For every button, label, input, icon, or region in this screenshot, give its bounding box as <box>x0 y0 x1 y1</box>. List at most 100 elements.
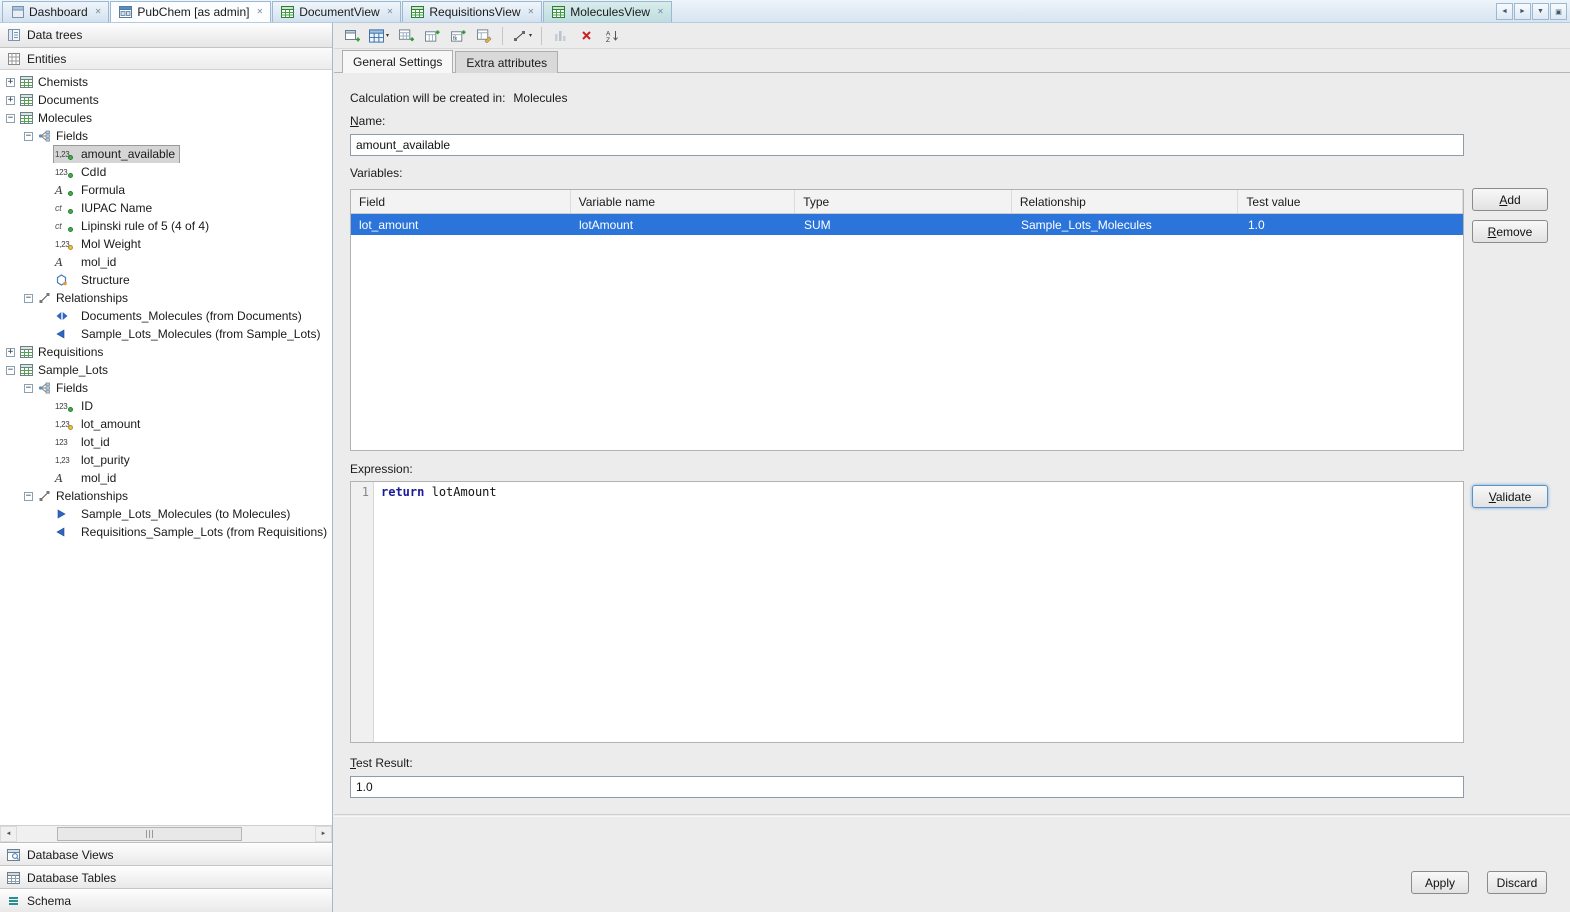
column-header-field[interactable]: Field <box>351 190 571 213</box>
tree-item-lipinski-rule-of-5-4-of-4[interactable]: ctLipinski rule of 5 (4 of 4) <box>0 217 332 235</box>
apply-button[interactable]: Apply <box>1411 871 1469 894</box>
tree-item-id[interactable]: 123ID <box>0 397 332 415</box>
tree-item-requisitions[interactable]: +Requisitions <box>0 343 332 361</box>
window-tab-requisitionsview[interactable]: RequisitionsView✕ <box>402 1 542 22</box>
collapse-icon[interactable]: − <box>24 384 33 393</box>
tab-close-icon[interactable]: ✕ <box>387 8 394 16</box>
column-header-relationship[interactable]: Relationship <box>1012 190 1239 213</box>
window-tab-dashboard[interactable]: Dashboard✕ <box>2 1 109 22</box>
panel-database-views[interactable]: Database Views <box>0 843 332 866</box>
collapse-icon[interactable]: − <box>24 492 33 501</box>
edit-entity-icon <box>477 29 492 43</box>
tree-item-fields[interactable]: −Fields <box>0 127 332 145</box>
expand-icon[interactable]: + <box>6 348 15 357</box>
remove-button[interactable]: Remove <box>1472 220 1548 243</box>
grid-views-dropdown-button[interactable]: ▾ <box>366 25 392 47</box>
tree-item-mol-weight[interactable]: 1,23Mol Weight <box>0 235 332 253</box>
column-header-type[interactable]: Type <box>795 190 1012 213</box>
tree-item-lot-purity[interactable]: 1,23lot_purity <box>0 451 332 469</box>
tree-item-relationships[interactable]: −Relationships <box>0 487 332 505</box>
add-button[interactable]: Add <box>1472 188 1548 211</box>
tree-item-fields[interactable]: −Fields <box>0 379 332 397</box>
expression-label: Expression: <box>350 462 413 476</box>
scrollbar-track[interactable] <box>17 826 315 842</box>
window-tab-pubchem-as-admin[interactable]: PubChem [as admin]✕ <box>110 1 271 22</box>
add-field-button[interactable] <box>420 25 444 47</box>
add-calculated-field-button[interactable]: fx <box>446 25 470 47</box>
tree-item-mol-id[interactable]: Amol_id <box>0 469 332 487</box>
collapse-icon[interactable]: − <box>24 294 33 303</box>
tree-item-content: Structure <box>54 272 134 289</box>
tree-item-label: Sample_Lots <box>38 363 108 377</box>
edit-entity-button[interactable] <box>472 25 496 47</box>
tree-item-amount-available[interactable]: 1,23amount_available <box>0 145 332 163</box>
scrollbar-thumb[interactable] <box>57 827 242 841</box>
test-result-input[interactable] <box>350 776 1464 798</box>
tree-item-structure[interactable]: Structure <box>0 271 332 289</box>
tree-item-requisitions-sample-lots-from-requisitions[interactable]: Requisitions_Sample_Lots (from Requisiti… <box>0 523 332 541</box>
tree-item-documents-molecules-from-documents[interactable]: Documents_Molecules (from Documents) <box>0 307 332 325</box>
delete-button[interactable] <box>574 25 598 47</box>
name-input[interactable] <box>350 134 1464 156</box>
tree-item-content: 1,23Mol Weight <box>54 236 145 253</box>
tree-item-documents[interactable]: +Documents <box>0 91 332 109</box>
panel-schema[interactable]: Schema <box>0 889 332 912</box>
tab-close-icon[interactable]: ✕ <box>256 8 263 16</box>
scroll-left-button[interactable]: ◄ <box>0 826 17 842</box>
validate-button[interactable]: Validate <box>1472 485 1548 508</box>
tree-item-formula[interactable]: AFormula <box>0 181 332 199</box>
collapse-icon[interactable]: − <box>24 132 33 141</box>
tree-item-mol-id[interactable]: Amol_id <box>0 253 332 271</box>
tab-close-icon[interactable]: ✕ <box>528 8 535 16</box>
tree-item-lot-amount[interactable]: 1,23lot_amount <box>0 415 332 433</box>
expand-icon[interactable]: + <box>6 96 15 105</box>
tab-general-settings[interactable]: General Settings <box>342 50 453 73</box>
tree-item-cdid[interactable]: 123CdId <box>0 163 332 181</box>
expand-icon[interactable]: + <box>6 78 15 87</box>
window-tab-documentview[interactable]: DocumentView✕ <box>272 1 401 22</box>
data-trees-header[interactable]: Data trees <box>0 23 332 48</box>
column-chart-button[interactable] <box>548 25 572 47</box>
tab-close-icon[interactable]: ✕ <box>95 8 102 16</box>
tree-item-relationships[interactable]: −Relationships <box>0 289 332 307</box>
tab-extra-attributes[interactable]: Extra attributes <box>455 51 558 73</box>
relationship-tool-dropdown-button[interactable]: ▾ <box>509 25 535 47</box>
maximize-window-button[interactable]: ▣ <box>1550 3 1567 20</box>
collapse-icon[interactable]: − <box>6 366 15 375</box>
expression-editor[interactable]: 1 return lotAmount <box>350 481 1464 743</box>
sort-az-button[interactable]: AZ <box>600 25 624 47</box>
variables-label: Variables: <box>350 166 402 180</box>
tab-close-icon[interactable]: ✕ <box>657 8 664 16</box>
horizontal-scrollbar[interactable]: ◄ ► <box>0 825 332 842</box>
scroll-right-button[interactable]: ► <box>315 826 332 842</box>
tab-list-dropdown-button[interactable]: ▼ <box>1532 3 1549 20</box>
new-data-tree-button[interactable] <box>340 25 364 47</box>
database-tables-icon <box>6 871 21 885</box>
variables-table-row[interactable]: lot_amountlotAmountSUMSample_Lots_Molecu… <box>351 214 1463 235</box>
new-entity-button[interactable] <box>394 25 418 47</box>
tree-item-molecules[interactable]: −Molecules <box>0 109 332 127</box>
column-header-variable-name[interactable]: Variable name <box>571 190 796 213</box>
tree-item-label: lot_id <box>81 435 110 449</box>
collapse-icon[interactable]: − <box>6 114 15 123</box>
discard-button[interactable]: Discard <box>1487 871 1547 894</box>
tree-item-iupac-name[interactable]: ctIUPAC Name <box>0 199 332 217</box>
cell-relationship: Sample_Lots_Molecules <box>1013 218 1240 232</box>
sidebar-bottom-panels: Database ViewsDatabase Tables Schema <box>0 842 332 912</box>
window-tab-moleculesview[interactable]: MoleculesView✕ <box>543 1 672 22</box>
tree-item-sample-lots-molecules-to-molecules[interactable]: Sample_Lots_Molecules (to Molecules) <box>0 505 332 523</box>
column-header-test-value[interactable]: Test value <box>1238 190 1463 213</box>
panel-label: Schema <box>27 894 71 908</box>
tree-item-sample-lots[interactable]: − Sample_Lots <box>0 361 332 379</box>
window-tab-bar: Dashboard✕PubChem [as admin]✕DocumentVie… <box>0 0 1570 23</box>
variables-table[interactable]: FieldVariable nameTypeRelationshipTest v… <box>350 189 1464 451</box>
dashboard-icon <box>10 5 25 19</box>
tree-item-sample-lots-molecules-from-sample-lots[interactable]: Sample_Lots_Molecules (from Sample_Lots) <box>0 325 332 343</box>
panel-database-tables[interactable]: Database Tables <box>0 866 332 889</box>
tree-item-chemists[interactable]: +Chemists <box>0 73 332 91</box>
editor-code-area[interactable]: return lotAmount <box>374 482 1463 742</box>
tree-item-lot-id[interactable]: 123lot_id <box>0 433 332 451</box>
entities-header[interactable]: Entities <box>0 48 332 70</box>
scroll-tabs-right-button[interactable]: ► <box>1514 3 1531 20</box>
scroll-tabs-left-button[interactable]: ◄ <box>1496 3 1513 20</box>
